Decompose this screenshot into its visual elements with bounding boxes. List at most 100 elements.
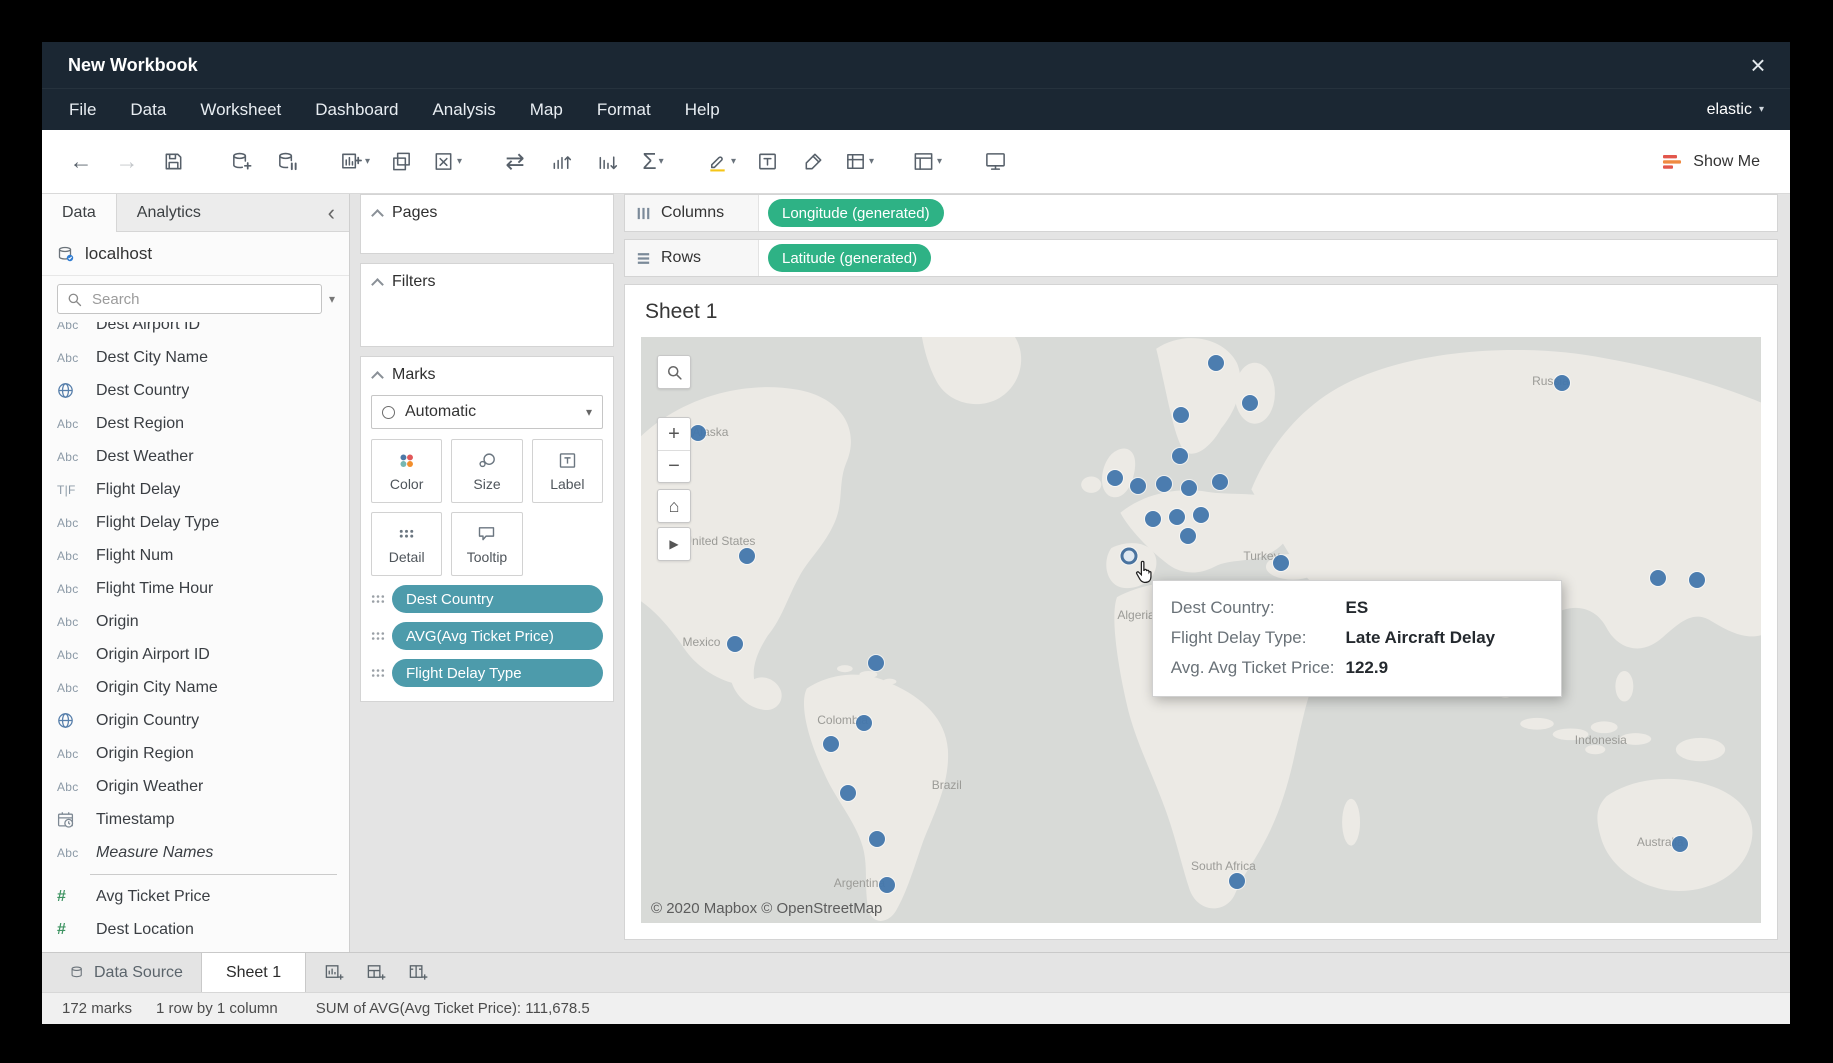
data-source-tab[interactable]: Data Source [52,953,201,992]
map-mark[interactable] [1242,395,1258,411]
map-mark[interactable] [690,425,706,441]
map-view[interactable]: AlaskaUnited StatesMexicoColombiaBrazilA… [641,337,1761,923]
show-hide-cards-button[interactable]: ▾ [904,139,950,185]
highlight-button[interactable]: ▾ [698,139,744,185]
field-origin[interactable]: AbcOrigin [42,605,349,638]
connection-row[interactable]: localhost [42,232,349,276]
menu-help[interactable]: Help [668,89,737,130]
map-attribution[interactable]: © 2020 Mapbox © OpenStreetMap [651,900,882,917]
map-mark[interactable] [1672,836,1688,852]
menu-dashboard[interactable]: Dashboard [298,89,415,130]
field-flight-time-hour[interactable]: AbcFlight Time Hour [42,572,349,605]
zoom-out-button[interactable]: − [658,450,690,482]
search-input[interactable] [90,290,312,309]
close-button[interactable]: × [1736,42,1780,88]
field-origin-country[interactable]: Origin Country [42,704,349,737]
map-mark[interactable] [1554,375,1570,391]
reset-home-button[interactable]: ⌂ [657,489,691,523]
show-me-button[interactable]: Show Me [1661,152,1774,172]
columns-pill[interactable]: Longitude (generated) [768,199,944,227]
map-mark[interactable] [869,831,885,847]
field-flight-num[interactable]: AbcFlight Num [42,539,349,572]
map-mark[interactable] [1130,478,1146,494]
new-dashboard-tab-button[interactable] [356,953,396,992]
field-dest-region[interactable]: AbcDest Region [42,407,349,440]
field-flight-delay[interactable]: T|FFlight Delay [42,473,349,506]
map-mark[interactable] [1193,507,1209,523]
new-worksheet-button[interactable]: ▾ [332,139,378,185]
color-button[interactable]: Color [371,439,442,503]
map-mark[interactable] [1145,511,1161,527]
map-mark[interactable] [1107,470,1123,486]
menu-map[interactable]: Map [513,89,580,130]
swap-rows-columns-button[interactable]: ⇄ [492,139,538,185]
map-mark[interactable] [856,715,872,731]
new-worksheet-tab-button[interactable] [314,953,354,992]
rows-pill[interactable]: Latitude (generated) [768,244,931,272]
marks-pill-dest-country[interactable]: Dest Country [392,585,603,613]
map-mark[interactable] [868,655,884,671]
field-measure-names[interactable]: AbcMeasure Names [42,836,349,869]
map-search-button[interactable] [657,355,691,389]
sheet1-tab[interactable]: Sheet 1 [201,953,306,992]
detail-button[interactable]: Detail [371,512,442,576]
map-mark[interactable] [727,636,743,652]
rows-shelf[interactable]: Rows Latitude (generated) [624,239,1778,277]
user-menu[interactable]: elastic ▾ [1707,89,1780,130]
undo-button[interactable]: ← [58,139,104,185]
fit-button[interactable]: ▾ [836,139,882,185]
pause-auto-updates-button[interactable] [264,139,310,185]
redo-button[interactable]: → [104,139,150,185]
field-dest-airport-id[interactable]: AbcDest Airport ID [42,322,349,341]
map-mark[interactable] [823,736,839,752]
zoom-in-button[interactable]: + [658,418,690,450]
new-story-tab-button[interactable] [398,953,438,992]
map-mark[interactable] [1180,528,1196,544]
format-workbook-button[interactable] [790,139,836,185]
menu-data[interactable]: Data [113,89,183,130]
tooltip-button[interactable]: Tooltip [451,512,522,576]
map-mark[interactable] [1156,476,1172,492]
field-dest-country[interactable]: Dest Country [42,374,349,407]
field-origin-weather[interactable]: AbcOrigin Weather [42,770,349,803]
sort-ascending-button[interactable] [538,139,584,185]
search-box[interactable] [57,284,322,314]
map-mark[interactable] [1173,407,1189,423]
tab-analytics[interactable]: Analytics [117,194,221,231]
collapse-chevron-icon[interactable] [371,278,384,291]
menu-file[interactable]: File [52,89,113,130]
label-button[interactable]: Label [532,439,603,503]
map-mark[interactable] [1650,570,1666,586]
field-dest-location[interactable]: #Dest Location [42,913,349,946]
field-origin-region[interactable]: AbcOrigin Region [42,737,349,770]
field-origin-city-name[interactable]: AbcOrigin City Name [42,671,349,704]
mark-type-dropdown[interactable]: Automatic ▾ [371,395,603,429]
collapse-chevron-icon[interactable] [371,209,384,222]
field-origin-airport-id[interactable]: AbcOrigin Airport ID [42,638,349,671]
sort-descending-button[interactable] [584,139,630,185]
field-dest-weather[interactable]: AbcDest Weather [42,440,349,473]
map-mark[interactable] [1181,480,1197,496]
show-mark-labels-button[interactable] [744,139,790,185]
menu-worksheet[interactable]: Worksheet [183,89,298,130]
map-mark[interactable] [739,548,755,564]
collapse-pane-button[interactable]: ‹ [314,194,349,231]
field-avg-ticket-price[interactable]: #Avg Ticket Price [42,880,349,913]
menu-format[interactable]: Format [580,89,668,130]
map-mark[interactable] [1229,873,1245,889]
duplicate-sheet-button[interactable] [378,139,424,185]
search-options-caret[interactable]: ▾ [329,292,339,306]
size-button[interactable]: Size [451,439,522,503]
pan-flyout-button[interactable]: ▶ [657,527,691,561]
map-mark[interactable] [1273,555,1289,571]
new-data-source-button[interactable] [218,139,264,185]
clear-sheet-button[interactable]: ▾ [424,139,470,185]
field-dest-city-name[interactable]: AbcDest City Name [42,341,349,374]
map-mark[interactable] [1169,509,1185,525]
map-mark[interactable] [879,877,895,893]
map-mark[interactable] [1172,448,1188,464]
field-timestamp[interactable]: Timestamp [42,803,349,836]
menu-analysis[interactable]: Analysis [415,89,512,130]
tab-data[interactable]: Data [42,194,117,232]
field-flight-delay-type[interactable]: AbcFlight Delay Type [42,506,349,539]
